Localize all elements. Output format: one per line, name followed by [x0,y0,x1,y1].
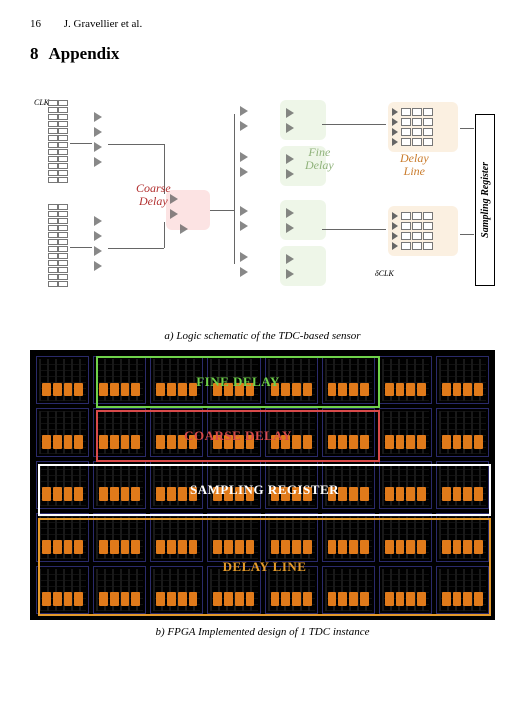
mux-tree-icon [240,252,248,277]
mux-tree-icon [94,112,102,167]
section-heading: Appendix [49,44,120,63]
mux-tree-icon [240,106,248,131]
wire-icon [164,222,165,248]
wire-icon [70,143,92,144]
figure-b-caption: b) FPGA Implemented design of 1 TDC inst… [30,626,495,638]
delay-line-cells-icon [392,212,433,250]
delta-clk-label: δCLK [375,269,394,278]
fpga-layout: FINE DELAY COARSE DELAY SAMPLING REGISTE… [30,350,495,620]
page: 16 J. Gravellier et al. 8 Appendix CLK δC… [0,0,525,666]
fine-mux-icon [286,154,294,179]
figure-a-caption: a) Logic schematic of the TDC-based sens… [30,330,495,342]
fpga-cell-grid-icon [36,356,489,614]
logic-schematic: CLK δCLK [30,94,495,324]
delay-line-cells-icon [392,108,433,146]
sampling-register-block: Sampling Register [475,114,495,286]
coarse-mux-icon [170,194,188,234]
clk-label: CLK [34,98,49,107]
wire-icon [210,210,234,211]
wire-icon [460,234,474,235]
wire-icon [108,144,164,145]
section-title: 8 Appendix [30,44,495,64]
fine-mux-icon [286,208,294,233]
mux-tree-icon [240,206,248,231]
running-head-text: J. Gravellier et al. [64,18,143,30]
coarse-delay-label: Coarse Delay [136,182,171,208]
wire-icon [108,248,164,249]
fine-mux-icon [286,254,294,279]
mux-tree-icon [94,216,102,271]
wire-icon [70,247,92,248]
fine-mux-icon [286,108,294,133]
delay-line-label: Delay Line [400,152,429,178]
figure-a: CLK δCLK [30,94,495,342]
fine-delay-label: Fine Delay [305,146,334,172]
wire-icon [460,128,474,129]
running-head: 16 J. Gravellier et al. [30,18,495,30]
mux-tree-icon [240,152,248,177]
lut-column-icon [48,100,68,183]
lut-column-icon [48,204,68,287]
wire-icon [322,124,386,125]
section-number: 8 [30,44,39,63]
sampling-register-label: Sampling Register [480,162,491,238]
wire-icon [322,229,386,230]
wire-icon [234,114,235,264]
page-number: 16 [30,18,41,30]
figure-b: FINE DELAY COARSE DELAY SAMPLING REGISTE… [30,350,495,638]
